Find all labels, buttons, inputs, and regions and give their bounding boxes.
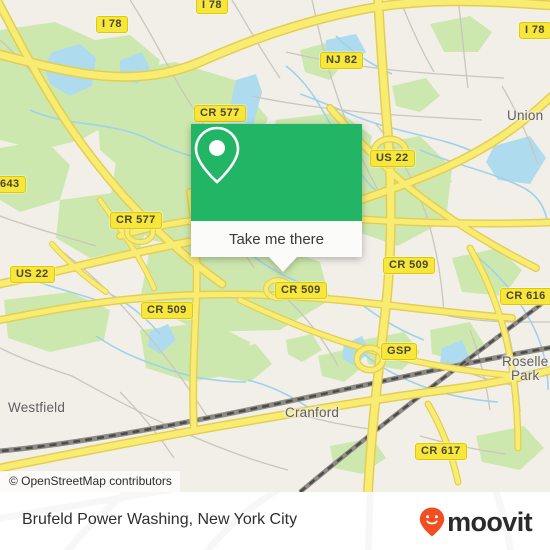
popup-image-area <box>191 124 362 221</box>
road-shield-cr577: CR 577 <box>110 212 162 229</box>
map-screenshot: Union Westfield Cranford Roselle Park I … <box>0 0 550 550</box>
road-shield-cr577: CR 577 <box>194 105 246 122</box>
road-shield-cr616: CR 616 <box>500 288 550 305</box>
road-shield-us22: US 22 <box>10 266 55 283</box>
road-shield-i78: I 78 <box>519 22 550 39</box>
map-canvas[interactable]: Union Westfield Cranford Roselle Park I … <box>0 0 550 492</box>
moovit-pin-smile-icon <box>419 507 445 537</box>
page-title: Brufeld Power Washing, New York City <box>22 511 298 528</box>
popup-tail-pointer <box>269 257 297 272</box>
road-shield-i78: I 78 <box>196 0 228 14</box>
popup-action-row[interactable]: Take me there <box>191 221 362 257</box>
moovit-logo[interactable]: moovit <box>419 506 533 537</box>
footer-bar: Brufeld Power Washing, New York City moo… <box>0 492 550 550</box>
road-shield-i78: I 78 <box>96 16 128 33</box>
road-shield-cr617: CR 617 <box>415 443 467 460</box>
road-shield-gsp: GSP <box>381 343 418 360</box>
road-shield-nj82: NJ 82 <box>320 52 364 69</box>
map-pin-icon <box>194 126 240 184</box>
osm-attribution[interactable]: © OpenStreetMap contributors <box>0 471 180 492</box>
take-me-there-label: Take me there <box>228 230 325 248</box>
road-shield-cr509: CR 509 <box>275 282 327 299</box>
location-popup-card[interactable]: Take me there <box>191 124 362 272</box>
road-shield-cr643: 643 <box>0 176 26 193</box>
moovit-logo-text: moovit <box>447 506 533 537</box>
road-shield-us22: US 22 <box>370 150 415 167</box>
road-shield-cr509: CR 509 <box>383 257 435 274</box>
road-shield-cr509: CR 509 <box>141 302 193 319</box>
